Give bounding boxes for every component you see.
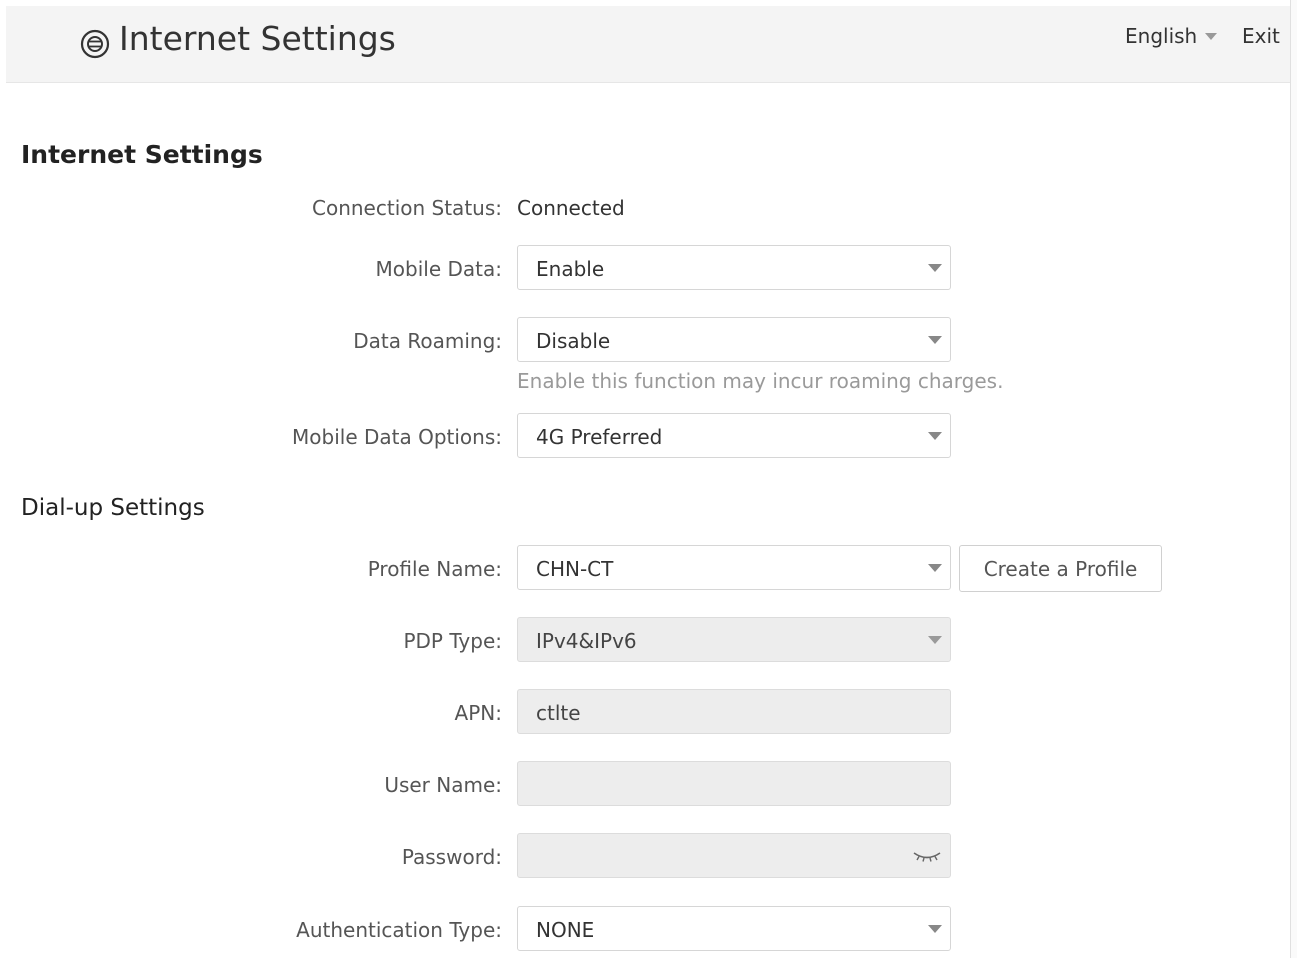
mobile-data-options-select[interactable]: 4G Preferred (517, 413, 951, 458)
profile-name-label: Profile Name: (367, 557, 502, 581)
apn-field[interactable]: ctlte (517, 689, 951, 734)
user-name-row: User Name: (0, 761, 1290, 809)
mobile-data-value: Enable (536, 257, 605, 281)
password-row: Password: (0, 833, 1290, 881)
profile-name-row: Profile Name: CHN-CT Create a Profile (0, 545, 1290, 593)
connection-status-label: Connection Status: (312, 196, 502, 220)
page: Internet Settings English Exit Internet … (0, 0, 1297, 958)
profile-name-value: CHN-CT (536, 557, 614, 581)
roaming-hint: Enable this function may incur roaming c… (517, 369, 1004, 393)
language-label: English (1125, 24, 1198, 48)
user-name-field[interactable] (517, 761, 951, 806)
pdp-type-label: PDP Type: (403, 629, 502, 653)
auth-type-value: NONE (536, 918, 595, 942)
user-name-label: User Name: (384, 773, 502, 797)
eye-closed-icon[interactable] (910, 846, 944, 866)
top-header: Internet Settings English Exit (6, 6, 1290, 83)
apn-value: ctlte (536, 701, 581, 725)
data-roaming-row: Data Roaming: Disable Enable this functi… (0, 317, 1290, 397)
mobile-data-label: Mobile Data: (375, 257, 502, 281)
data-roaming-label: Data Roaming: (353, 329, 502, 353)
data-roaming-select[interactable]: Disable (517, 317, 951, 362)
chevron-down-icon (928, 925, 942, 933)
scrollbar-track[interactable] (1290, 0, 1297, 958)
auth-type-select[interactable]: NONE (517, 906, 951, 951)
chevron-down-icon (928, 564, 942, 572)
chevron-down-icon (928, 432, 942, 440)
pdp-type-value: IPv4&IPv6 (536, 629, 637, 653)
connection-status-value: Connected (517, 196, 625, 220)
apn-label: APN: (454, 701, 502, 725)
mobile-data-options-label: Mobile Data Options: (292, 425, 502, 449)
mobile-data-options-value: 4G Preferred (536, 425, 663, 449)
auth-type-row: Authentication Type: NONE (0, 906, 1290, 954)
pdp-type-select[interactable]: IPv4&IPv6 (517, 617, 951, 662)
apn-row: APN: ctlte (0, 689, 1290, 737)
mobile-data-options-row: Mobile Data Options: 4G Preferred (0, 413, 1290, 461)
password-label: Password: (401, 845, 502, 869)
page-title: Internet Settings (119, 19, 396, 58)
auth-type-label: Authentication Type: (296, 918, 502, 942)
language-selector[interactable]: English (1125, 24, 1218, 48)
chevron-down-icon (1205, 33, 1218, 40)
chevron-down-icon (928, 264, 942, 272)
pdp-type-row: PDP Type: IPv4&IPv6 (0, 617, 1290, 665)
connection-status-row: Connection Status: Connected (0, 184, 1290, 232)
mobile-data-row: Mobile Data: Enable (0, 245, 1290, 293)
data-roaming-value: Disable (536, 329, 611, 353)
chevron-down-icon (928, 336, 942, 344)
password-field[interactable] (517, 833, 951, 878)
section-title: Internet Settings (21, 140, 263, 169)
internet-globe-icon (80, 29, 110, 59)
mobile-data-select[interactable]: Enable (517, 245, 951, 290)
profile-name-select[interactable]: CHN-CT (517, 545, 951, 590)
create-profile-button[interactable]: Create a Profile (959, 545, 1162, 592)
chevron-down-icon (928, 636, 942, 644)
exit-link[interactable]: Exit (1242, 24, 1280, 48)
dialup-settings-title: Dial-up Settings (21, 495, 205, 521)
